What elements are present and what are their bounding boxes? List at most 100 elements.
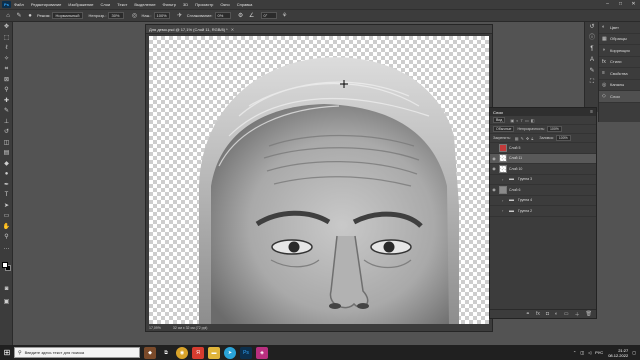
- lasso-tool-icon[interactable]: ℓ: [0, 43, 13, 54]
- filter-smart-icon[interactable]: ◧: [531, 118, 535, 123]
- eyedropper-tool-icon[interactable]: ⚲: [0, 85, 13, 96]
- filter-adjust-icon[interactable]: ◐: [516, 118, 518, 123]
- windows-start-icon[interactable]: ⊞: [0, 345, 14, 360]
- panel-swatches[interactable]: ▦ Образцы: [599, 34, 640, 45]
- home-icon[interactable]: ⌂: [4, 12, 12, 20]
- brush-size-icon[interactable]: ●: [26, 12, 34, 20]
- blur-tool-icon[interactable]: ◆: [0, 159, 13, 170]
- new-layer-icon[interactable]: ＋: [575, 311, 580, 318]
- brush-icon[interactable]: ✎: [15, 12, 23, 20]
- more-tools-icon[interactable]: …: [0, 243, 13, 254]
- language-indicator[interactable]: РУС: [595, 350, 603, 355]
- angle-field[interactable]: 0°: [260, 12, 277, 19]
- healing-brush-tool-icon[interactable]: ✚: [0, 96, 13, 107]
- taskbar-widget-icon[interactable]: ◆: [144, 346, 156, 359]
- hand-tool-icon[interactable]: ✋: [0, 222, 13, 233]
- mode-select[interactable]: Нормальный: [52, 12, 83, 19]
- panel-channels[interactable]: ◎ Каналы: [599, 80, 640, 91]
- chevron-right-icon[interactable]: ›: [502, 177, 507, 182]
- navigator-icon[interactable]: ⛶: [585, 77, 599, 88]
- image-canvas[interactable]: [149, 36, 489, 325]
- lock-move-icon[interactable]: ✥: [526, 136, 529, 141]
- delete-layer-icon[interactable]: 🗑︎: [586, 311, 592, 317]
- menu-window[interactable]: Окно: [220, 2, 229, 7]
- link-layers-icon[interactable]: ⚭: [526, 311, 530, 317]
- menu-edit[interactable]: Редактирование: [31, 2, 61, 7]
- smoothing-field[interactable]: 0%: [214, 12, 231, 19]
- symmetry-icon[interactable]: ⚘: [281, 12, 289, 20]
- stamp-tool-icon[interactable]: ⊥: [0, 117, 13, 128]
- quick-mask-icon[interactable]: ◙: [0, 284, 13, 295]
- type-tool-icon[interactable]: T: [0, 190, 13, 201]
- eye-icon[interactable]: ◉: [490, 166, 498, 171]
- quick-select-tool-icon[interactable]: ✧: [0, 54, 13, 65]
- screen-mode-icon[interactable]: ▣: [0, 297, 13, 308]
- photoshop-logo[interactable]: Ps: [2, 1, 11, 8]
- menu-filter[interactable]: Фильтр: [163, 2, 176, 7]
- maximize-icon[interactable]: □: [614, 0, 627, 9]
- menu-layers[interactable]: Слои: [101, 2, 111, 7]
- history-brush-tool-icon[interactable]: ↺: [0, 127, 13, 138]
- crop-tool-icon[interactable]: ⌗: [0, 64, 13, 75]
- frame-tool-icon[interactable]: ⊠: [0, 75, 13, 86]
- lock-all-icon[interactable]: 🔒︎: [531, 136, 533, 141]
- zoom-tool-icon[interactable]: ⚲: [0, 232, 13, 243]
- group-row[interactable]: › ▬ Группа 2: [490, 206, 596, 217]
- lock-paint-icon[interactable]: ✎: [521, 136, 524, 141]
- document-tab[interactable]: Для демо.psd @ 17,1% (Слой 11, RGB/8) * …: [146, 25, 492, 34]
- menu-select[interactable]: Выделение: [134, 2, 155, 7]
- character-icon[interactable]: A: [585, 55, 599, 66]
- new-adjustment-icon[interactable]: ◐: [555, 311, 558, 317]
- gear-icon[interactable]: ⚙: [237, 12, 245, 20]
- menu-file[interactable]: Файл: [14, 2, 24, 7]
- task-view-icon[interactable]: ⧉: [160, 347, 172, 359]
- eraser-tool-icon[interactable]: ◫: [0, 138, 13, 149]
- shape-tool-icon[interactable]: ▭: [0, 211, 13, 222]
- filter-pixel-icon[interactable]: ▣: [510, 118, 514, 123]
- app-icon[interactable]: ◈: [256, 346, 268, 359]
- yandex-icon[interactable]: Я: [192, 346, 204, 359]
- chrome-icon[interactable]: ◉: [176, 346, 188, 359]
- clock[interactable]: 21:27 08.12.2022: [608, 348, 628, 358]
- layer-opacity-field[interactable]: 100%: [546, 126, 562, 132]
- layer-row[interactable]: ◉ Слой 10: [490, 164, 596, 175]
- tray-arrow-icon[interactable]: ⌃: [573, 350, 576, 355]
- network-icon[interactable]: ◫: [580, 350, 584, 355]
- airbrush-icon[interactable]: ✈: [176, 12, 184, 20]
- info-icon[interactable]: ⓘ: [585, 33, 599, 44]
- minimize-icon[interactable]: –: [601, 0, 614, 9]
- group-row[interactable]: › ▬ Группа 4: [490, 196, 596, 206]
- menu-image[interactable]: Изображение: [68, 2, 93, 7]
- pressure-opacity-icon[interactable]: ◎: [130, 12, 138, 20]
- foreground-color-swatch[interactable]: [2, 262, 8, 268]
- blend-mode-select[interactable]: Обычные: [493, 126, 515, 132]
- taskbar-search[interactable]: ⚲ Введите здесь текст для поиска: [14, 347, 140, 358]
- brush-tool-icon[interactable]: ✎: [0, 106, 13, 117]
- marquee-tool-icon[interactable]: ⬚: [0, 33, 13, 44]
- panel-styles[interactable]: fx Стили: [599, 57, 640, 68]
- path-select-tool-icon[interactable]: ➤: [0, 201, 13, 212]
- panel-menu-icon[interactable]: ≡: [590, 109, 593, 115]
- menu-3d[interactable]: 3D: [183, 2, 188, 7]
- paragraph-icon[interactable]: ¶: [585, 44, 599, 55]
- move-tool-icon[interactable]: ✥: [0, 22, 13, 33]
- layer-filter-select[interactable]: Вид: [493, 117, 506, 123]
- chevron-right-icon[interactable]: ›: [502, 198, 507, 203]
- close-tab-icon[interactable]: ✕: [231, 27, 234, 32]
- add-mask-icon[interactable]: ◘: [546, 311, 549, 317]
- menu-text[interactable]: Текст: [117, 2, 127, 7]
- photoshop-taskbar-icon[interactable]: Ps: [240, 346, 252, 359]
- volume-icon[interactable]: ◁: [588, 350, 591, 355]
- opacity-field[interactable]: 30%: [108, 12, 125, 19]
- panel-layers[interactable]: ◇ Слои: [599, 91, 640, 103]
- fx-icon[interactable]: fx: [536, 311, 540, 317]
- layer-row[interactable]: ◉ Слой 11: [490, 153, 596, 164]
- flow-field[interactable]: 100%: [153, 12, 170, 19]
- dodge-tool-icon[interactable]: ●: [0, 169, 13, 180]
- layer-row[interactable]: Слой 5: [490, 143, 596, 154]
- menu-view[interactable]: Просмотр: [195, 2, 213, 7]
- chevron-right-icon[interactable]: ›: [502, 208, 507, 213]
- brush-settings-icon[interactable]: ✎: [585, 66, 599, 77]
- close-icon[interactable]: ✕: [627, 0, 640, 9]
- filter-shape-icon[interactable]: ▭: [525, 118, 529, 123]
